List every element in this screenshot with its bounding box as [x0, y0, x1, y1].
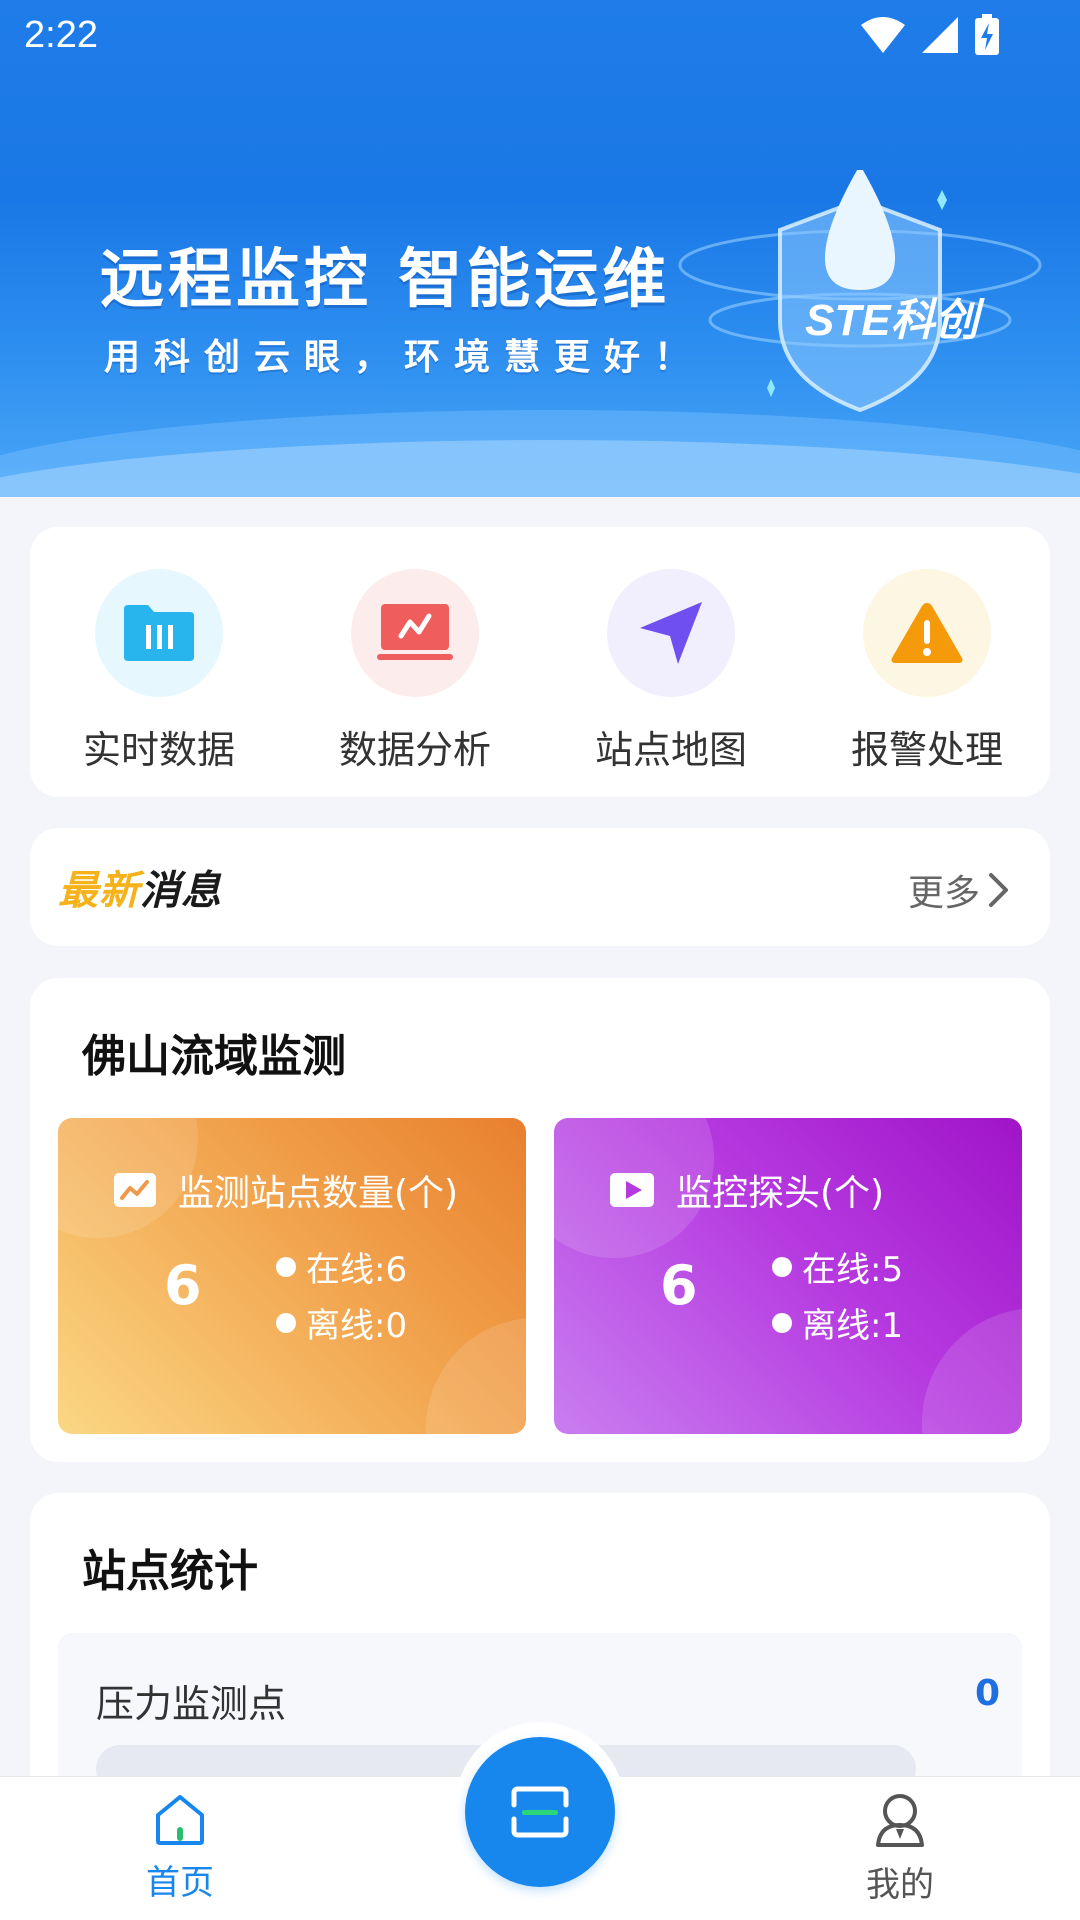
nav-tab-home[interactable]: 首页	[100, 1791, 260, 1904]
stat-label: 监测站点数量(个)	[178, 1173, 459, 1214]
nav-label-profile: 我的	[866, 1865, 934, 1905]
wifi-icon	[861, 17, 905, 53]
nav-label-home: 首页	[146, 1863, 214, 1903]
line-chart-icon	[114, 1173, 156, 1207]
video-play-icon	[610, 1173, 654, 1207]
menu-item-realtime-data[interactable]: 实时数据	[59, 569, 259, 774]
user-icon	[876, 1794, 924, 1847]
water-shield-logo-icon: STE科创	[678, 170, 1042, 413]
bullet-dot	[772, 1312, 792, 1333]
stat-online-text: 在线:5	[802, 1250, 904, 1290]
section-title: 站点统计	[82, 1546, 258, 1597]
bullet-dot	[772, 1256, 792, 1277]
menu-icon-circle	[351, 569, 479, 697]
menu-item-site-map[interactable]: 站点地图	[571, 569, 771, 774]
menu-item-data-analysis[interactable]: 数据分析	[315, 569, 515, 774]
signal-icon	[922, 17, 958, 53]
stat-offline-text: 离线:0	[306, 1306, 408, 1346]
basin-monitoring-card: 佛山流域监测 监测站点数量(个) 6 在线:6 离线:0 监控探头(个) 6 在…	[30, 978, 1050, 1462]
menu-label: 数据分析	[338, 728, 491, 772]
battery-charging-icon	[975, 14, 999, 55]
stat-label: 监控探头(个)	[676, 1173, 885, 1214]
stat-header: 监控探头(个)	[610, 1164, 884, 1216]
chart-screen-icon	[377, 604, 453, 660]
home-icon	[156, 1795, 204, 1845]
menu-icon-circle	[95, 569, 223, 697]
stat-count: 6	[660, 1254, 698, 1317]
decor-bubble	[922, 1308, 1022, 1434]
news-title-highlight: 最新	[58, 868, 140, 914]
scan-button[interactable]	[465, 1737, 615, 1887]
camera-count-box[interactable]: 监控探头(个) 6 在线:5 离线:1	[554, 1118, 1022, 1434]
navigation-arrow-icon	[640, 602, 702, 664]
news-more-label: 更多	[907, 873, 980, 914]
stat-header: 监测站点数量(个)	[114, 1164, 458, 1216]
site-stat-value: 0	[974, 1673, 1000, 1714]
stat-offline-text: 离线:1	[802, 1306, 904, 1346]
folder-data-icon	[124, 605, 194, 661]
latest-news-card[interactable]: 最新消息 更多	[30, 828, 1050, 946]
scan-icon	[511, 1786, 569, 1838]
top-banner: 2:22 远程监控 智能运维 用科创云眼，环境慧更好！ STE科创	[0, 0, 1080, 497]
stat-online-text: 在线:6	[306, 1250, 408, 1290]
status-time: 2:22	[24, 14, 98, 56]
decor-bubble	[426, 1318, 526, 1434]
bullet-dot	[276, 1256, 296, 1277]
status-icons	[860, 14, 1000, 56]
nav-tab-profile[interactable]: 我的	[820, 1791, 980, 1906]
menu-icon-circle	[863, 569, 991, 697]
news-title-rest: 消息	[140, 868, 222, 914]
stat-online: 在线:5	[772, 1242, 903, 1291]
banner-subtitle: 用科创云眼，环境慧更好！	[104, 337, 705, 378]
menu-label: 站点地图	[594, 728, 747, 772]
menu-label: 报警处理	[850, 728, 1003, 772]
news-more-link[interactable]: 更多	[908, 864, 1010, 916]
menu-icon-circle	[607, 569, 735, 697]
chevron-right-icon	[989, 873, 1008, 907]
logo-text: STE科创	[805, 296, 986, 345]
news-title: 最新消息	[58, 858, 222, 916]
bullet-dot	[276, 1312, 296, 1333]
menu-item-alarm-handling[interactable]: 报警处理	[827, 569, 1027, 774]
status-bar: 2:22	[0, 0, 1080, 72]
stat-offline: 离线:1	[772, 1298, 903, 1347]
banner-title: 远程监控 智能运维	[100, 243, 671, 317]
stat-offline: 离线:0	[276, 1298, 407, 1347]
section-title: 佛山流域监测	[82, 1031, 346, 1082]
station-count-box[interactable]: 监测站点数量(个) 6 在线:6 离线:0	[58, 1118, 526, 1434]
quick-menu-card: 实时数据 数据分析 站点地图 报警处理	[30, 527, 1050, 797]
menu-label: 实时数据	[82, 728, 235, 772]
stat-online: 在线:6	[276, 1242, 407, 1291]
site-stat-label: 压力监测点	[96, 1682, 287, 1726]
stat-count: 6	[164, 1254, 202, 1317]
warning-icon	[891, 603, 963, 663]
